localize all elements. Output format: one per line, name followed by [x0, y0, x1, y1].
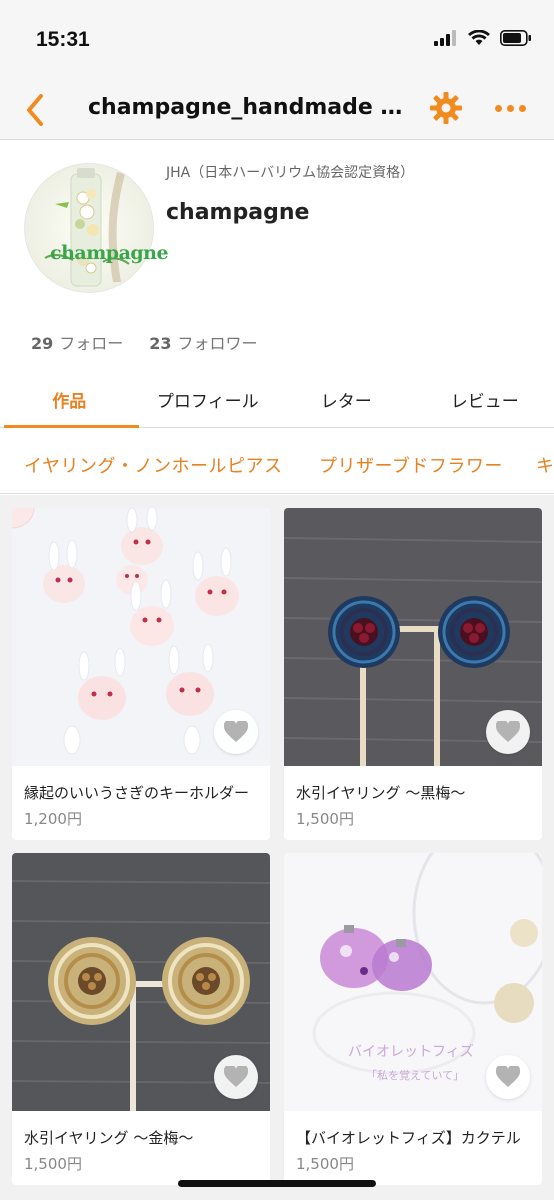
product-title: 【バイオレットフィズ】カクテル [296, 1129, 521, 1147]
nav-bar: champagne_handmade G... [0, 80, 554, 140]
home-indicator[interactable] [178, 1180, 376, 1187]
avatar-brand-text: champagne [50, 242, 169, 264]
following-link[interactable]: 29 フォロー [31, 330, 123, 354]
status-time: 15:31 [36, 28, 90, 51]
battery-icon [500, 30, 531, 46]
more-dots-icon [494, 104, 502, 112]
profile-tabs: 作品 プロフィール レター レビュー [0, 372, 554, 428]
tab-letter[interactable]: レター [277, 372, 416, 427]
product-image-overlay-title: バイオレットフィズ [348, 1044, 474, 1060]
product-card[interactable]: 縁起のいいうさぎのキーホルダー 1,200円 [12, 508, 270, 840]
product-title: 水引イヤリング 〜黒梅〜 [296, 784, 466, 802]
heart-icon [224, 721, 248, 742]
heart-icon [496, 721, 520, 742]
profile-subtitle: JHA（日本ハーバリウム協会認定資格） [166, 165, 415, 181]
tab-review[interactable]: レビュー [416, 372, 554, 427]
status-bar: 15:31 [0, 0, 554, 80]
tab-profile[interactable]: プロフィール [139, 372, 278, 427]
page-title: champagne_handmade G... [88, 95, 418, 120]
tab-works[interactable]: 作品 [0, 372, 139, 428]
product-card[interactable]: 水引イヤリング 〜金梅〜 1,500円 [12, 853, 270, 1185]
chevron-left-icon [27, 94, 43, 126]
avatar[interactable] [24, 163, 154, 293]
product-price: 1,500円 [24, 1155, 82, 1173]
status-icons [434, 30, 532, 46]
followers-label: フォロワー [177, 334, 258, 353]
product-price: 1,200円 [24, 810, 82, 828]
follow-stats: 29 フォロー 23 フォロワー [31, 330, 258, 354]
followers-link[interactable]: 23 フォロワー [149, 330, 257, 354]
back-button[interactable] [18, 90, 52, 130]
gear-icon [430, 92, 462, 124]
wifi-icon [468, 30, 490, 45]
product-card[interactable]: バイオレットフィズ 「私を覚えていて」 【バイオレットフィズ】カクテル 1,50… [284, 853, 542, 1185]
category-earrings[interactable]: イヤリング・ノンホールピアス [24, 452, 282, 478]
favorite-button[interactable] [486, 1055, 530, 1099]
heart-icon [496, 1066, 520, 1087]
following-label: フォロー [59, 334, 124, 353]
category-partial[interactable]: キ [536, 452, 554, 478]
product-image-overlay-subtitle: 「私を覚えていて」 [366, 1069, 465, 1082]
following-count: 29 [31, 334, 54, 353]
product-card[interactable]: 水引イヤリング 〜黒梅〜 1,500円 [284, 508, 542, 840]
profile-name: champagne [166, 200, 310, 225]
herbarium-bottle-image [44, 168, 130, 287]
category-bar: イヤリング・ノンホールピアス プリザーブドフラワー キ [0, 430, 554, 494]
product-title: 水引イヤリング 〜金梅〜 [24, 1129, 194, 1147]
category-preserved-flower[interactable]: プリザーブドフラワー [319, 452, 503, 478]
product-price: 1,500円 [296, 1155, 354, 1173]
more-button[interactable] [490, 92, 530, 124]
favorite-button[interactable] [214, 710, 258, 754]
favorite-button[interactable] [486, 710, 530, 754]
settings-button[interactable] [428, 90, 464, 126]
product-price: 1,500円 [296, 810, 354, 828]
product-title: 縁起のいいうさぎのキーホルダー [24, 784, 250, 802]
heart-icon [224, 1066, 248, 1087]
followers-count: 23 [149, 334, 172, 353]
favorite-button[interactable] [214, 1055, 258, 1099]
signal-icon [434, 30, 456, 46]
